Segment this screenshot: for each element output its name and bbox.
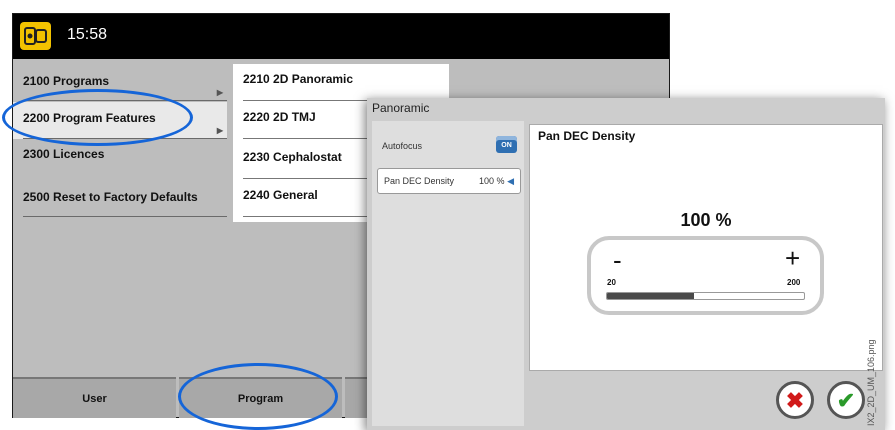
panoramic-dialog: Panoramic Autofocus ON Pan DEC Density 1… <box>367 98 885 430</box>
menu-item-licences[interactable]: 2300 Licences <box>13 140 227 177</box>
arrow-right-icon: ▶ <box>216 126 223 135</box>
arrow-left-icon: ◀ <box>507 176 514 186</box>
highlight-ellipse-program-tab <box>178 363 338 430</box>
detail-title: Pan DEC Density <box>538 129 636 143</box>
image-reference-text: IX2_2D_UM_106.png <box>866 339 876 426</box>
autofocus-label: Autofocus <box>382 141 423 151</box>
tab-user[interactable]: User <box>13 377 176 418</box>
detail-value: 100 % <box>680 210 732 230</box>
device-icon[interactable] <box>20 22 51 50</box>
menu-item-label: 2500 Reset to Factory Defaults <box>23 190 198 204</box>
settings-list: Autofocus ON Pan DEC Density 100 % ◀ <box>372 121 524 426</box>
slider-track[interactable] <box>606 292 805 300</box>
image-reference-label: IX2_2D_UM_106.png <box>866 300 878 430</box>
autofocus-toggle[interactable]: ON <box>496 136 517 153</box>
highlight-ellipse-features <box>2 89 193 146</box>
divider <box>23 216 227 217</box>
density-setting-item[interactable]: Pan DEC Density 100 % ◀ <box>377 168 521 194</box>
submenu-item-2d-panoramic[interactable]: 2210 2D Panoramic <box>233 64 449 101</box>
density-slider: - + 20 200 <box>587 236 824 315</box>
clock-time: 15:58 <box>67 26 108 43</box>
density-value: 100 % ◀ <box>479 176 514 187</box>
slider-min-label: 20 <box>607 278 616 287</box>
submenu-item-label: 2230 Cephalostat <box>243 150 342 164</box>
dialog-title: Panoramic <box>372 101 430 115</box>
menu-item-label: 2100 Programs <box>23 74 110 88</box>
top-bar: 15:58 <box>13 14 669 59</box>
menu-item-label: 2300 Licences <box>23 147 105 161</box>
confirm-button[interactable]: ✔ <box>827 381 865 419</box>
arrow-right-icon: ▶ <box>216 88 223 97</box>
submenu-item-label: 2210 2D Panoramic <box>243 72 354 86</box>
cancel-button[interactable]: ✖ <box>776 381 814 419</box>
confirm-check-icon: ✔ <box>836 388 856 413</box>
submenu-item-label: 2220 2D TMJ <box>243 110 316 124</box>
menu-item-reset[interactable]: 2500 Reset to Factory Defaults <box>13 180 227 217</box>
slider-max-label: 200 <box>787 278 801 287</box>
density-label: Pan DEC Density <box>384 176 455 186</box>
slider-fill <box>607 293 694 299</box>
detail-pane: Pan DEC Density 100 % - + 20 200 <box>529 124 883 371</box>
decrease-button[interactable]: - <box>613 245 622 276</box>
density-value-text: 100 % <box>479 176 505 186</box>
submenu-item-label: 2240 General <box>243 188 318 202</box>
increase-button[interactable]: + <box>785 243 800 274</box>
cancel-x-icon: ✖ <box>785 388 805 413</box>
